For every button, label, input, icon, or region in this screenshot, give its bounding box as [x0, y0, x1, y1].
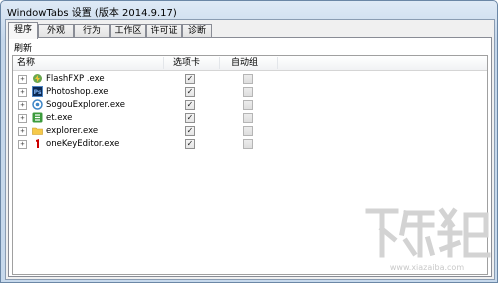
- app-name: et.exe: [46, 113, 73, 123]
- column-header-group[interactable]: 自动组: [231, 57, 258, 69]
- list-item[interactable]: + oneKeyEditor.exe ✓: [13, 138, 487, 150]
- column-divider[interactable]: [219, 57, 220, 69]
- tab-behavior[interactable]: 行为: [74, 24, 110, 38]
- title-bar[interactable]: WindowTabs 设置 (版本 2014.9.17): [1, 1, 497, 21]
- tab-workspace[interactable]: 工作区: [110, 24, 146, 38]
- onekey-editor-icon: [32, 138, 43, 149]
- svg-text:Ps: Ps: [34, 89, 42, 96]
- group-checkbox[interactable]: [243, 100, 253, 110]
- expand-icon[interactable]: +: [18, 127, 27, 136]
- app-name: oneKeyEditor.exe: [46, 139, 120, 149]
- expand-icon[interactable]: +: [18, 114, 27, 123]
- app-name: Photoshop.exe: [46, 87, 109, 97]
- folder-icon: [32, 125, 43, 136]
- tab-checkbox[interactable]: ✓: [185, 126, 195, 136]
- expand-icon[interactable]: +: [18, 88, 27, 97]
- group-checkbox[interactable]: [243, 113, 253, 123]
- group-checkbox[interactable]: [243, 139, 253, 149]
- group-checkbox[interactable]: [243, 87, 253, 97]
- group-checkbox[interactable]: [243, 126, 253, 136]
- expand-icon[interactable]: +: [18, 75, 27, 84]
- list-item[interactable]: + explorer.exe ✓: [13, 125, 487, 137]
- expand-icon[interactable]: +: [18, 140, 27, 149]
- column-divider[interactable]: [163, 57, 164, 69]
- watermark-logo: www.xiazaiba.com: [362, 203, 492, 277]
- list-header: 名称 选项卡 自动组: [13, 56, 487, 71]
- tab-checkbox[interactable]: ✓: [185, 100, 195, 110]
- column-header-tab[interactable]: 选项卡: [173, 57, 200, 69]
- app-name: FlashFXP .exe: [46, 74, 105, 84]
- column-header-name[interactable]: 名称: [17, 57, 35, 69]
- wps-spreadsheet-icon: [32, 112, 43, 123]
- list-item[interactable]: + et.exe ✓: [13, 112, 487, 124]
- photoshop-icon: Ps: [32, 86, 43, 97]
- app-name: SogouExplorer.exe: [46, 100, 125, 110]
- tab-checkbox[interactable]: ✓: [185, 139, 195, 149]
- tab-checkbox[interactable]: ✓: [185, 74, 195, 84]
- tab-checkbox[interactable]: ✓: [185, 113, 195, 123]
- expand-icon[interactable]: +: [18, 101, 27, 110]
- list-item[interactable]: + SogouExplorer.exe ✓: [13, 99, 487, 111]
- refresh-button[interactable]: 刷新: [14, 41, 32, 54]
- tab-checkbox[interactable]: ✓: [185, 87, 195, 97]
- column-divider[interactable]: [277, 57, 278, 69]
- tab-appearance[interactable]: 外观: [38, 24, 74, 38]
- tab-diagnostics[interactable]: 诊断: [182, 24, 212, 38]
- window-title: WindowTabs 设置 (版本 2014.9.17): [7, 8, 177, 19]
- app-name: explorer.exe: [46, 126, 99, 136]
- list-item[interactable]: + FlashFXP .exe ✓: [13, 73, 487, 85]
- tab-programs[interactable]: 程序: [8, 22, 38, 39]
- flashfxp-icon: [32, 73, 43, 84]
- tab-license[interactable]: 许可证: [146, 24, 182, 38]
- group-checkbox[interactable]: [243, 74, 253, 84]
- sogou-explorer-icon: [32, 99, 43, 110]
- watermark-url: www.xiazaiba.com: [389, 263, 465, 272]
- list-item[interactable]: + Ps Photoshop.exe ✓: [13, 86, 487, 98]
